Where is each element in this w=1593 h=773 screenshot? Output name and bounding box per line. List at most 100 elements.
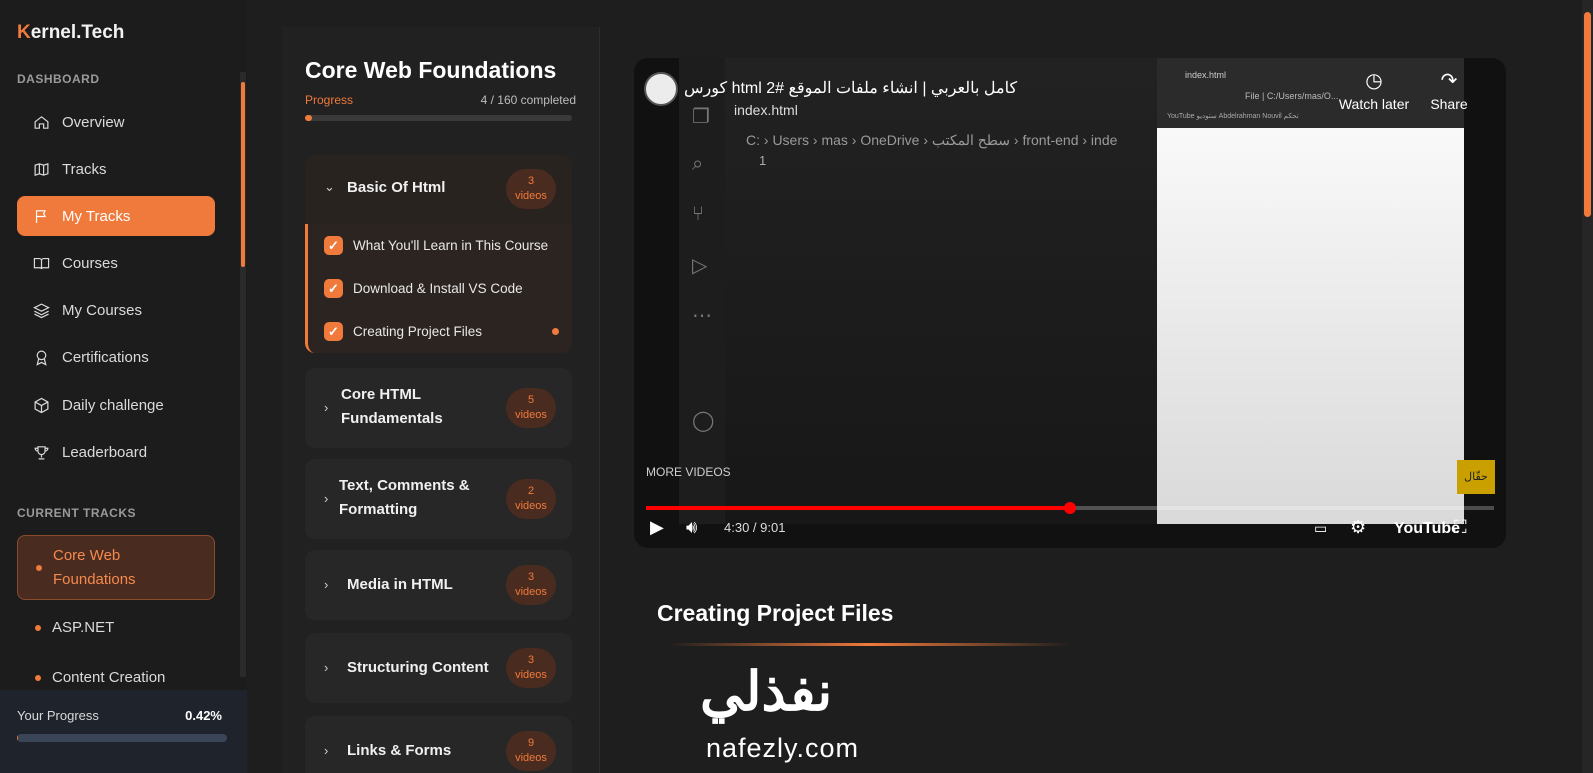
chevron-right-icon: ›: [324, 577, 329, 592]
video-player[interactable]: ❐ ⌕ ⑂ ▷ ⋯ ◯ index.html C: › Users › mas › One…: [634, 58, 1506, 548]
more-videos-label[interactable]: MORE VIDEOS: [646, 465, 731, 479]
channel-avatar[interactable]: [644, 72, 678, 106]
watermark-arabic: نفذلي: [700, 662, 833, 722]
sidebar-item-label: Tracks: [62, 160, 107, 178]
course-title: Core Web Foundations: [305, 57, 557, 83]
volume-icon[interactable]: 🔊︎: [686, 517, 697, 538]
sidebar-item-courses[interactable]: Courses: [17, 243, 215, 283]
course-progress-bar: [305, 115, 572, 121]
sidebar-item-leaderboard[interactable]: Leaderboard: [17, 432, 215, 472]
home-icon: [34, 115, 49, 129]
video-seek-bar[interactable]: [646, 502, 1494, 514]
sidebar-scrollbar[interactable]: [240, 72, 246, 677]
track-item-label: Core Web Foundations: [53, 546, 136, 588]
current-lesson-dot-icon: [552, 328, 559, 335]
course-progress-label: Progress: [305, 93, 354, 107]
module-title: Basic Of Html: [347, 179, 446, 196]
module-structuring-content[interactable]: › Structuring Content 3 videos: [305, 633, 572, 703]
checkmark-icon: ✓: [324, 236, 343, 255]
lesson-item[interactable]: ✓ What You'll Learn in This Course: [305, 224, 572, 267]
video-title[interactable]: كورس html كامل بالعربي | انشاء ملفات الم…: [684, 78, 1017, 98]
lesson-title: Download & Install VS Code: [353, 281, 523, 296]
video-frame-browser-bookmarks: YouTube ستوديو Abdelrahman Nouvil تحكم: [1167, 113, 1299, 120]
sidebar-item-my-courses[interactable]: My Courses: [17, 290, 215, 330]
course-progress-count: 4 / 160 completed: [480, 93, 576, 107]
share-button[interactable]: ↷ Share: [1429, 70, 1469, 112]
award-icon: [36, 350, 47, 366]
module-text-comments-formatting[interactable]: › Text, Comments & Formatting 2 videos: [305, 459, 572, 539]
sidebar-item-label: Daily challenge: [62, 396, 164, 414]
track-item-content-creation[interactable]: Content Creation: [17, 663, 215, 693]
module-core-html-fundamentals[interactable]: › Core HTML Fundamentals 5 videos: [305, 368, 572, 448]
sidebar-item-label: Courses: [62, 254, 118, 272]
page-scrollbar-thumb[interactable]: [1584, 12, 1591, 217]
share-label: Share: [1430, 96, 1468, 112]
sidebar-item-label: Overview: [62, 113, 125, 131]
lesson-title: Creating Project Files: [353, 324, 483, 339]
sidebar-item-overview[interactable]: Overview: [17, 102, 215, 142]
your-progress-fill: [17, 734, 18, 742]
sidebar-item-label: My Tracks: [62, 207, 131, 225]
track-item-asp-net[interactable]: ASP.NET: [17, 613, 215, 643]
module-title: Core HTML Fundamentals: [341, 386, 443, 427]
lesson-heading-underline: [668, 643, 1070, 646]
module-video-count-badge: 3 videos: [506, 565, 556, 605]
your-progress-label: Your Progress: [17, 708, 99, 723]
watch-later-label: Watch later: [1338, 96, 1410, 112]
youtube-logo[interactable]: YouTube: [1394, 520, 1460, 538]
brand-logo-accent: K: [17, 22, 31, 43]
dashboard-section-title: DASHBOARD: [17, 72, 100, 86]
clock-icon: ◷: [1365, 70, 1383, 92]
track-dot-icon: [36, 564, 42, 571]
settings-gear-icon[interactable]: ⚙: [1350, 517, 1366, 538]
sidebar-item-label: Certifications: [62, 348, 149, 366]
lesson-item-current[interactable]: ✓ Creating Project Files: [305, 310, 572, 353]
book-icon: [33, 257, 50, 269]
module-video-count-badge: 3 videos: [506, 648, 556, 688]
page-scrollbar[interactable]: [1582, 0, 1593, 773]
video-frame-editor: [679, 58, 1157, 524]
video-frame-browser-tab: index.html: [1185, 70, 1227, 80]
checkmark-icon: ✓: [324, 322, 343, 341]
lesson-title: What You'll Learn in This Course: [353, 238, 549, 253]
module-media-in-html[interactable]: › Media in HTML 3 videos: [305, 550, 572, 620]
track-item-label: Content Creation: [52, 669, 166, 686]
your-progress-card: Your Progress 0.42%: [0, 690, 247, 773]
module-links-forms[interactable]: › Links & Forms 9 videos: [305, 716, 572, 773]
track-item-core-web-foundations[interactable]: Core Web Foundations: [17, 535, 215, 600]
video-frame-activity-bar: ❐ ⌕ ⑂ ▷ ⋯ ◯: [679, 58, 725, 524]
track-item-label: ASP.NET: [52, 619, 115, 636]
play-icon[interactable]: ▶: [650, 517, 664, 538]
module-title: Media in HTML: [347, 576, 453, 593]
video-time: 4:30 / 9:01: [724, 520, 786, 535]
video-frame-browser-url: File | C:/Users/mas/O...: [1245, 91, 1339, 101]
module-title: Links & Forms: [347, 742, 452, 759]
video-frame-browser: index.html File | C:/Users/mas/O... YouT…: [1157, 58, 1464, 524]
sidebar-item-my-tracks[interactable]: My Tracks: [17, 196, 215, 236]
brand-logo[interactable]: Kernel.Tech: [17, 22, 124, 44]
sidebar-item-tracks[interactable]: Tracks: [17, 149, 215, 189]
watermark-latin: nafezly.com: [706, 733, 860, 763]
module-header[interactable]: ⌄ Basic Of Html 3 videos: [305, 155, 572, 222]
video-frame-line-number: 1: [759, 153, 767, 168]
your-progress-bar: [17, 734, 227, 742]
sidebar-scrollbar-thumb[interactable]: [241, 82, 245, 267]
sidebar-item-daily-challenge[interactable]: Daily challenge: [17, 385, 215, 425]
chevron-right-icon: ›: [324, 400, 329, 415]
chevron-right-icon: ›: [324, 660, 329, 675]
sidebar: Kernel.Tech DASHBOARD Overview Tracks My…: [0, 0, 247, 773]
module-video-count-badge: 9 videos: [506, 731, 556, 771]
module-video-count-badge: 2 videos: [506, 479, 556, 519]
current-tracks-section-title: CURRENT TRACKS: [17, 506, 136, 520]
module-video-count-badge: 3 videos: [506, 169, 556, 209]
subtitles-icon[interactable]: ▭: [1314, 520, 1327, 537]
video-frame-browser-chrome: index.html File | C:/Users/mas/O... YouT…: [1157, 58, 1464, 128]
video-seek-played: [646, 506, 1070, 510]
chevron-right-icon: ›: [324, 491, 329, 506]
sidebar-item-certifications[interactable]: Certifications: [17, 337, 215, 377]
trophy-icon: [34, 445, 49, 459]
course-panel: Core Web Foundations Progress 4 / 160 co…: [282, 27, 600, 773]
lesson-item[interactable]: ✓ Download & Install VS Code: [305, 267, 572, 310]
watch-later-button[interactable]: ◷ Watch later: [1334, 70, 1414, 112]
flag-icon: [35, 209, 47, 223]
